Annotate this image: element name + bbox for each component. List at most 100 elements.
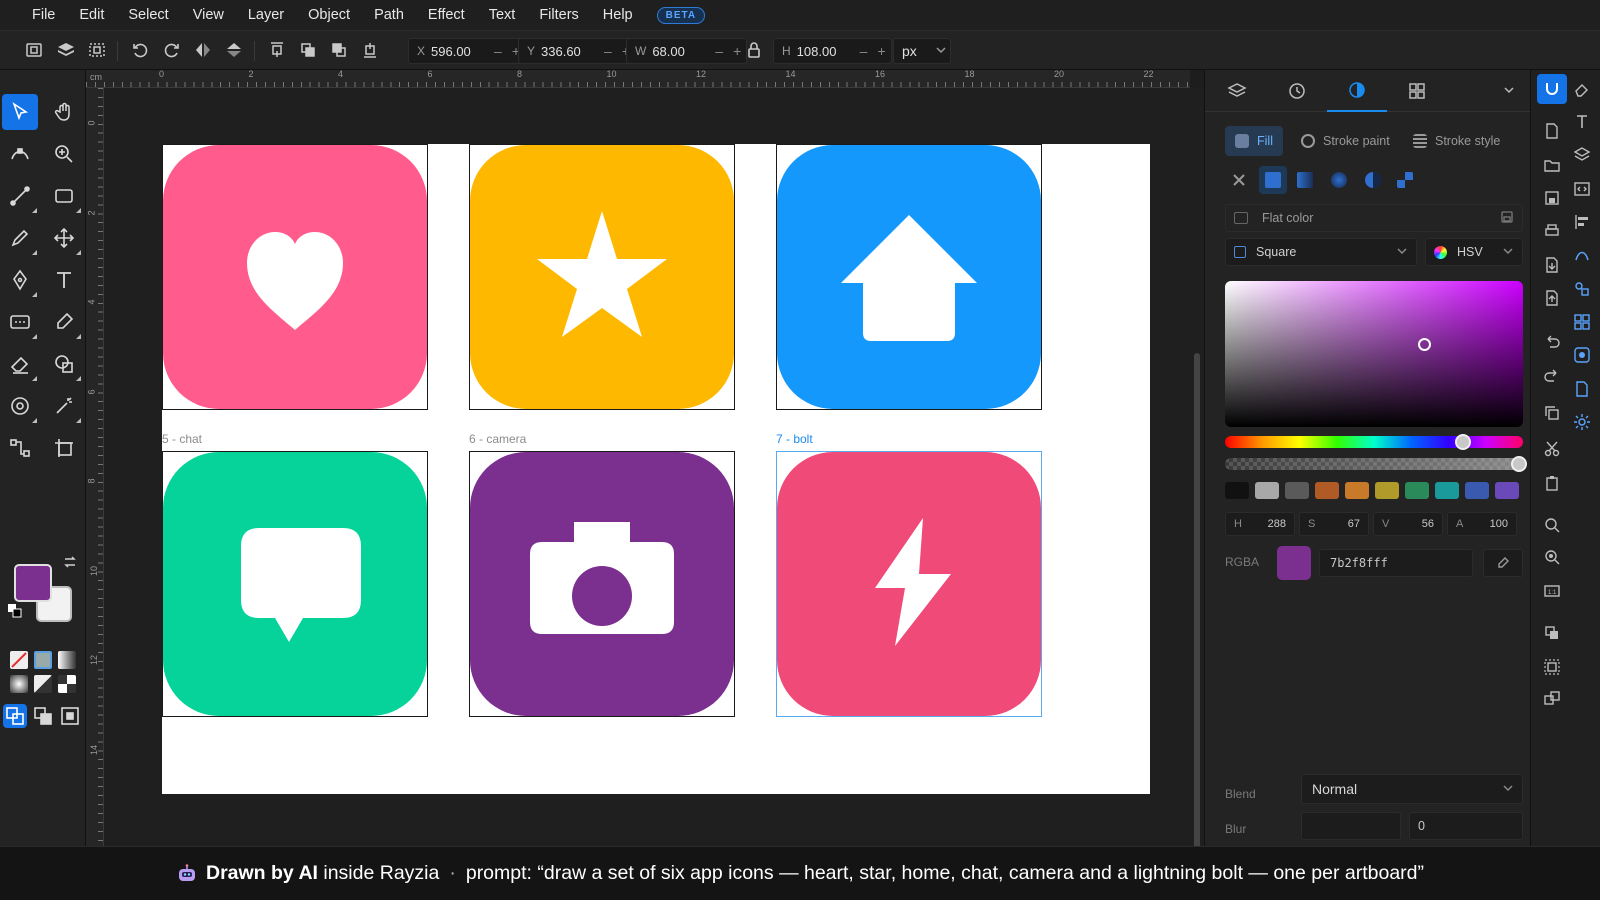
flip-horizontal-icon[interactable] <box>193 40 213 60</box>
color-shape-select[interactable]: Square <box>1225 238 1417 266</box>
app-icon-tile[interactable] <box>470 452 734 716</box>
foreground-color-swatch[interactable] <box>14 564 52 602</box>
palette-swatch[interactable] <box>1495 482 1519 499</box>
duplicate-icon[interactable] <box>1543 624 1561 642</box>
w-decrement-button[interactable]: – <box>715 43 723 59</box>
unit-select[interactable]: px <box>893 38 951 64</box>
lock-ratio-icon[interactable] <box>744 40 764 60</box>
magic-wand-tool[interactable] <box>46 388 82 424</box>
mesh-paint-icon[interactable] <box>34 675 52 693</box>
eyedropper-button[interactable] <box>1483 549 1523 577</box>
menu-text[interactable]: Text <box>489 7 516 23</box>
menu-effect[interactable]: Effect <box>428 7 465 23</box>
palette-swatch[interactable] <box>1465 482 1489 499</box>
swap-colors-icon[interactable] <box>62 554 78 573</box>
snap-toggle[interactable] <box>3 704 27 728</box>
menu-file[interactable]: File <box>32 7 55 23</box>
selector-tool[interactable] <box>2 94 38 130</box>
group-icon[interactable] <box>1543 658 1561 676</box>
y-decrement-button[interactable]: – <box>604 43 612 59</box>
vertical-scrollbar[interactable] <box>1190 88 1204 853</box>
conical-gradient-button[interactable] <box>1359 166 1387 194</box>
pan-tool[interactable] <box>46 94 82 130</box>
save-icon[interactable] <box>1543 189 1561 207</box>
panel-menu-chevron-icon[interactable] <box>1503 84 1515 99</box>
width-field[interactable]: W 68.00 – + <box>626 38 748 64</box>
text-font-icon[interactable] <box>1573 113 1591 131</box>
artboard-tool[interactable] <box>46 430 82 466</box>
symbols-icon[interactable] <box>1573 280 1591 298</box>
gradient-paint-icon[interactable] <box>58 651 76 669</box>
tab-fill-stroke[interactable] <box>1327 70 1387 112</box>
ungroup-icon[interactable] <box>1543 690 1561 708</box>
x-decrement-button[interactable]: – <box>494 43 502 59</box>
hsva-field-a[interactable]: A 100 <box>1447 512 1517 536</box>
hsva-value[interactable]: 100 <box>1490 518 1508 530</box>
artboard-2[interactable] <box>469 144 735 410</box>
horizontal-ruler[interactable]: cm 0 2 4 6 8 10 12 14 16 18 20 22 <box>86 70 1190 88</box>
print-icon[interactable] <box>1543 222 1561 240</box>
node-tool[interactable] <box>2 136 38 172</box>
zoom-page-icon[interactable]: 1:1 <box>1543 582 1561 600</box>
shape-builder-tool[interactable] <box>46 346 82 382</box>
palette-swatch[interactable] <box>1435 482 1459 499</box>
hsva-value[interactable]: 56 <box>1422 518 1434 530</box>
zoom-tool[interactable] <box>46 136 82 172</box>
height-field[interactable]: H 108.00 – + <box>773 38 892 64</box>
snap-bbox-toggle[interactable] <box>31 704 55 728</box>
blend-mode-select[interactable]: Normal <box>1301 774 1523 804</box>
blur-slider[interactable] <box>1301 812 1401 840</box>
scrollbar-thumb[interactable] <box>1194 353 1200 853</box>
w-value[interactable]: 68.00 <box>652 44 710 59</box>
xml-editor-icon[interactable] <box>1573 180 1591 198</box>
tab-fill[interactable]: Fill <box>1225 126 1283 156</box>
menu-view[interactable]: View <box>193 7 224 23</box>
menu-help[interactable]: Help <box>603 7 633 23</box>
select-all-icon[interactable] <box>24 40 44 60</box>
dropper-tool[interactable] <box>46 304 82 340</box>
tab-stroke-paint[interactable]: Stroke paint <box>1291 126 1400 156</box>
text-frame-tool[interactable] <box>2 304 38 340</box>
menu-object[interactable]: Object <box>308 7 350 23</box>
no-paint-button[interactable] <box>1225 166 1253 194</box>
palette-swatch[interactable] <box>1225 482 1249 499</box>
no-paint-icon[interactable] <box>10 651 28 669</box>
pencil-tool[interactable] <box>2 220 38 256</box>
h-decrement-button[interactable]: – <box>860 43 868 59</box>
reset-colors-icon[interactable] <box>8 604 22 621</box>
redo-icon[interactable] <box>1543 366 1561 384</box>
filters-icon[interactable] <box>1573 346 1591 364</box>
y-coordinate-field[interactable]: Y 336.60 – + <box>518 38 636 64</box>
hsva-value[interactable]: 67 <box>1348 518 1360 530</box>
tab-layers[interactable] <box>1207 70 1267 112</box>
rotate-cw-icon[interactable] <box>162 40 182 60</box>
flat-color-button[interactable] <box>1259 166 1287 194</box>
saturation-value-picker[interactable] <box>1225 281 1523 427</box>
tab-objects[interactable] <box>1387 70 1447 112</box>
rotate-ccw-icon[interactable] <box>130 40 150 60</box>
x-value[interactable]: 596.00 <box>431 44 489 59</box>
lower-icon[interactable] <box>329 40 349 60</box>
artboard-6[interactable] <box>776 451 1042 717</box>
pen-tool[interactable] <box>2 262 38 298</box>
document-properties-icon[interactable] <box>1543 122 1561 140</box>
raise-icon[interactable] <box>298 40 318 60</box>
text-tool[interactable] <box>46 262 82 298</box>
pattern-paint-icon[interactable] <box>58 675 76 693</box>
palette-swatch[interactable] <box>1405 482 1429 499</box>
path-effects-icon[interactable] <box>1573 246 1591 264</box>
rectangle-tool[interactable] <box>46 178 82 214</box>
tab-stroke-style[interactable]: Stroke style <box>1403 126 1510 156</box>
menu-layer[interactable]: Layer <box>248 7 284 23</box>
menu-path[interactable]: Path <box>374 7 404 23</box>
palette-swatch[interactable] <box>1315 482 1339 499</box>
artboard-label[interactable]: 5 - chat <box>162 432 202 446</box>
move-tool[interactable] <box>46 220 82 256</box>
palette-swatch[interactable] <box>1285 482 1309 499</box>
y-value[interactable]: 336.60 <box>541 44 599 59</box>
export-panel-icon[interactable] <box>1573 380 1591 398</box>
app-icon-tile[interactable] <box>777 452 1041 716</box>
canvas[interactable]: 5 - chat 6 - camera 7 - bolt <box>104 88 1190 846</box>
color-model-select[interactable]: HSV <box>1425 238 1523 266</box>
alpha-slider-knob[interactable] <box>1511 456 1527 472</box>
